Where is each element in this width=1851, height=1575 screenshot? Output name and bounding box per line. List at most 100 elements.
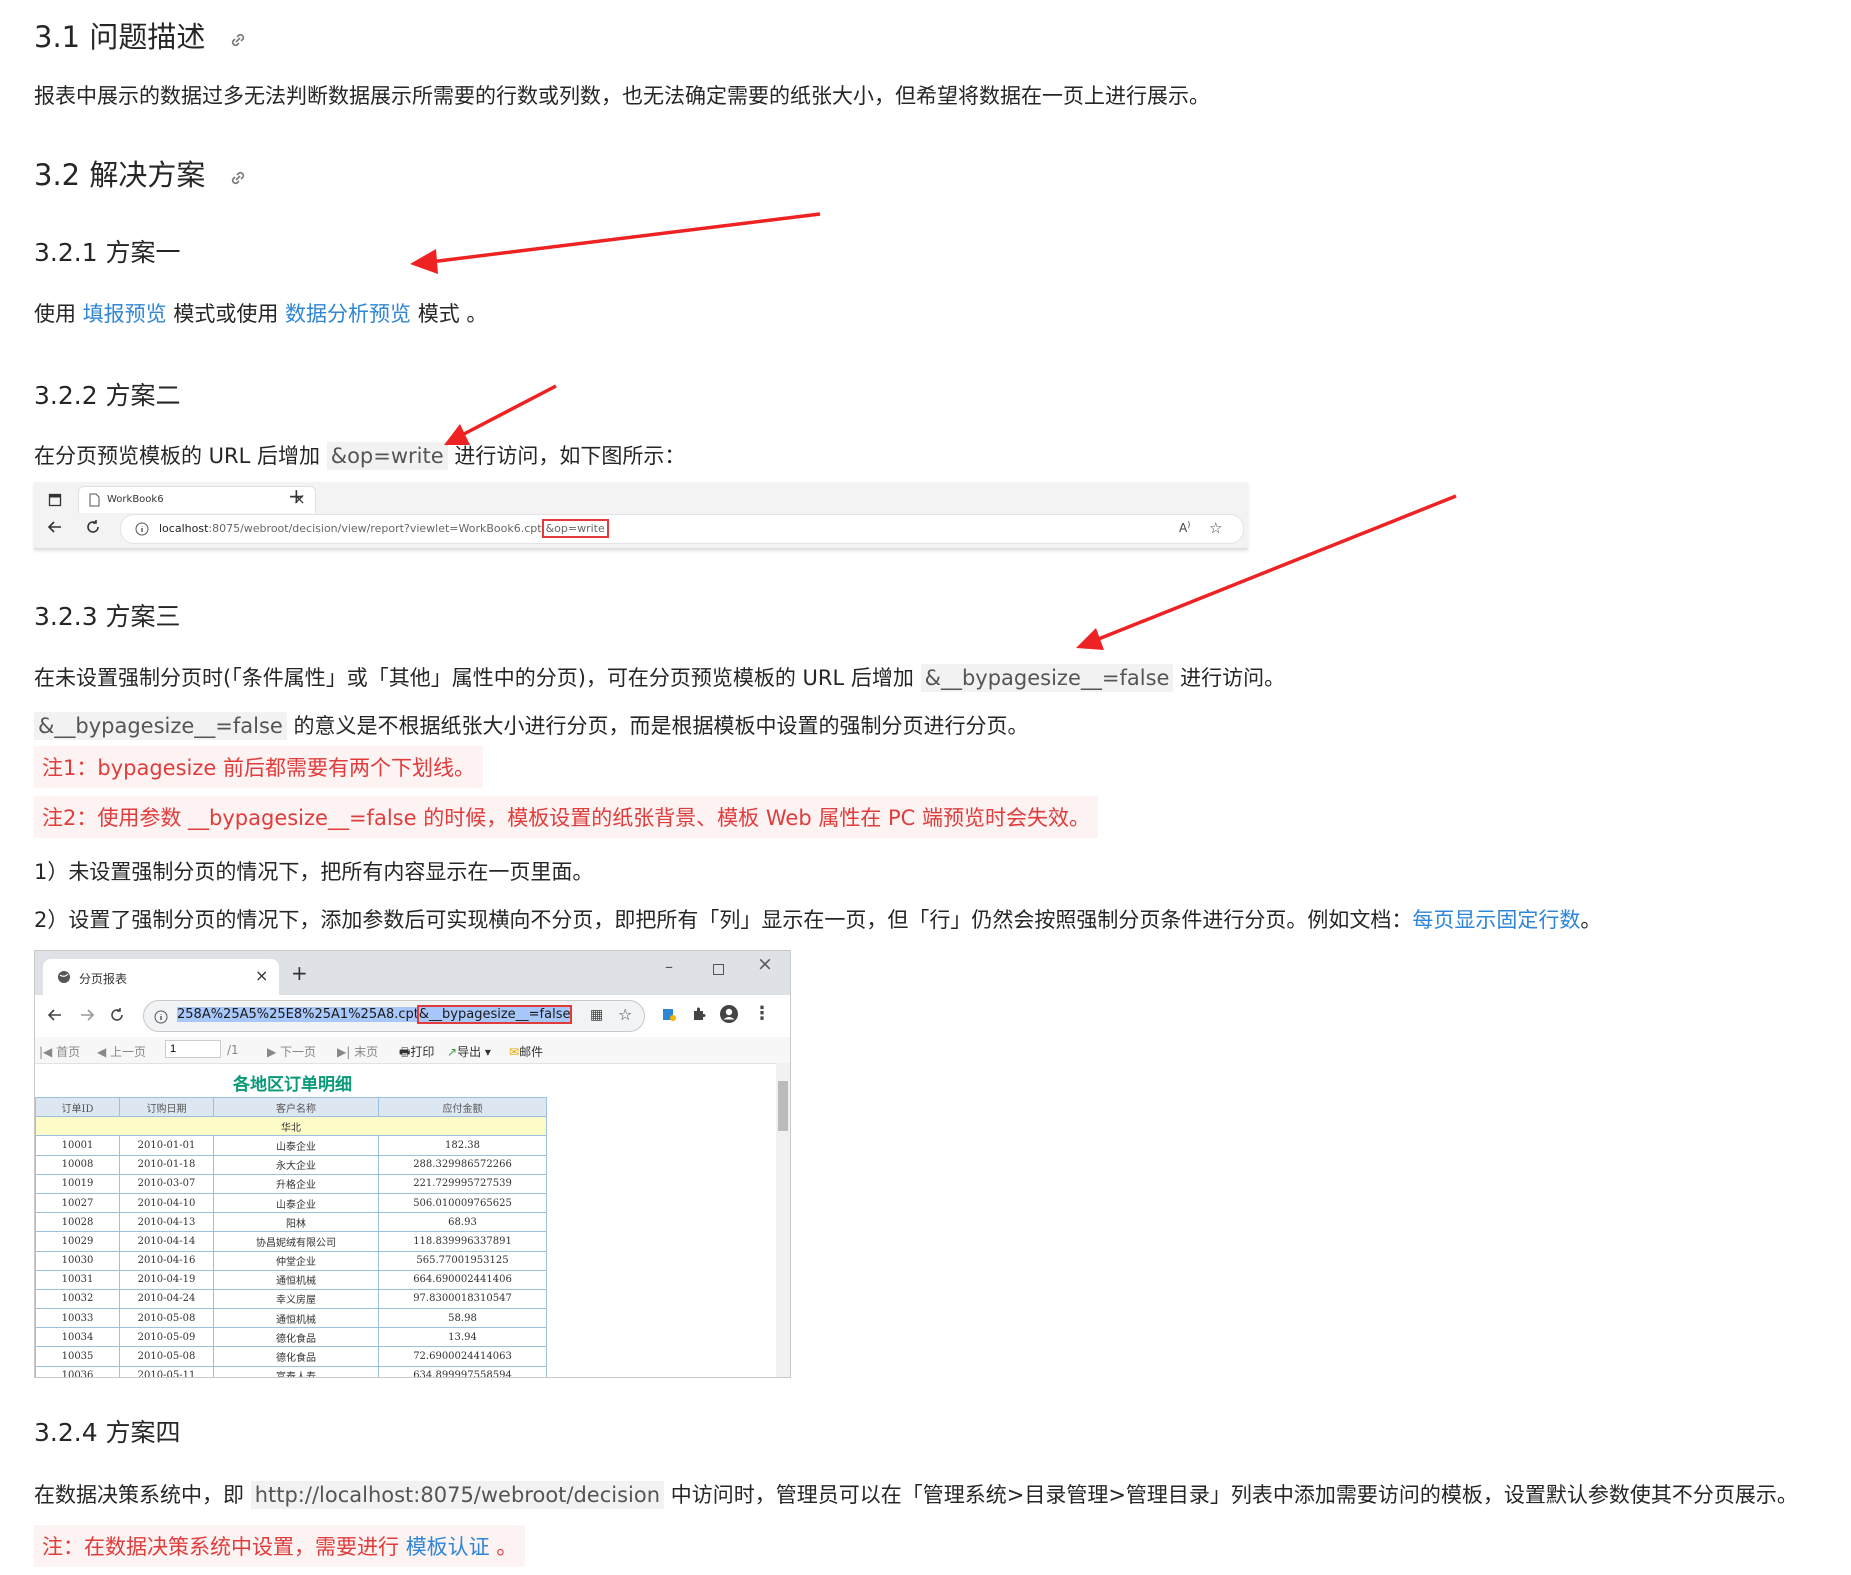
browser-tab[interactable]: 分页报表 × — [43, 959, 279, 995]
table-cell: 德化食品 — [213, 1346, 379, 1367]
mail-label: 邮件 — [519, 1045, 544, 1059]
mail-button[interactable]: ✉邮件 — [509, 1043, 543, 1060]
favorite-add-icon[interactable]: ☆ — [1209, 519, 1222, 537]
table-cell: 2010-05-08 — [119, 1308, 214, 1329]
table-cell: 阳林 — [213, 1212, 379, 1233]
maximize-icon[interactable] — [713, 960, 724, 979]
profile-icon[interactable] — [719, 1004, 739, 1028]
qr-code-icon[interactable]: ▦ — [590, 1007, 603, 1023]
refresh-icon[interactable] — [84, 518, 102, 540]
prev-page-button[interactable]: ◀ 上一页 — [97, 1043, 146, 1060]
report-toolbar: |◀ 首页 ◀ 上一页 /1 ▶ 下一页 ▶| 末页 🖶打印 ↗导出 ▾ ✉邮件 — [35, 1037, 790, 1064]
print-label: 打印 — [410, 1045, 435, 1059]
template-auth-link[interactable]: 模板认证 — [406, 1535, 490, 1559]
table-row: 10008 2010-01-18 永大企业 288.329986572266 — [35, 1154, 547, 1175]
table-cell: 2010-05-09 — [119, 1327, 214, 1348]
text-span: 进行访问，如下图所示： — [447, 444, 686, 468]
text-span: 2）设置了强制分页的情况下，添加参数后可实现横向不分页，即把所有「列」显示在一页… — [34, 908, 1413, 932]
table-cell: 72.6900024414063 — [378, 1346, 547, 1367]
extension-icon[interactable] — [661, 1006, 677, 1026]
fill-preview-link[interactable]: 填报预览 — [83, 302, 167, 326]
export-button[interactable]: ↗导出 ▾ — [447, 1043, 491, 1060]
table-cell: 10035 — [35, 1346, 120, 1367]
section-3-2-2-text: 在分页预览模板的 URL 后增加 &op=write 进行访问，如下图所示： — [34, 440, 685, 470]
new-tab-icon[interactable]: + — [288, 484, 305, 508]
tab-actions-icon — [48, 492, 62, 511]
bookmark-star-icon[interactable]: ☆ — [618, 1005, 632, 1024]
table-cell: 10030 — [35, 1250, 120, 1271]
section-3-2-3-p1: 在未设置强制分页时(「条件属性」或「其他」属性中的分页)，可在分页预览模板的 U… — [34, 662, 1285, 692]
info-icon — [154, 1009, 168, 1028]
section-3-2-1-heading: 3.2.1 方案一 — [34, 238, 181, 267]
url-path: :8075/webroot/decision/view/report?viewl… — [208, 522, 542, 535]
link-icon[interactable] — [229, 22, 247, 56]
table-cell: 2010-04-14 — [119, 1231, 214, 1252]
table-cell: 118.839996337891 — [378, 1231, 547, 1252]
url-highlight: &op=write — [541, 519, 609, 538]
window-titlebar: 分页报表 × + – × — [35, 951, 790, 995]
table-cell: 664.690002441406 — [378, 1269, 547, 1290]
page-total: /1 — [227, 1043, 239, 1057]
browser-screenshot-1: WorkBook6 × + localhost:8075/webroot/dec… — [34, 482, 1248, 549]
table-cell: 565.77001953125 — [378, 1250, 547, 1271]
region-cell: 华北 — [35, 1116, 547, 1137]
data-analysis-preview-link[interactable]: 数据分析预览 — [285, 302, 411, 326]
browser-tab[interactable]: WorkBook6 × — [78, 486, 316, 513]
header-cell: 应付金额 — [378, 1096, 547, 1118]
link-icon[interactable] — [229, 160, 247, 194]
list-item-1: 1）未设置强制分页的情况下，把所有内容显示在一页里面。 — [34, 860, 594, 884]
address-bar[interactable]: 258A%25A5%25E8%25A1%25A8.cpt&__bypagesiz… — [143, 1000, 645, 1032]
table-cell: 288.329986572266 — [378, 1154, 547, 1175]
refresh-icon[interactable] — [109, 1007, 125, 1027]
page-number-input[interactable] — [165, 1040, 221, 1058]
text-span: 使用 — [34, 302, 83, 326]
fixed-rows-doc-link[interactable]: 每页显示固定行数 — [1412, 908, 1580, 932]
text-span: 的意义是不根据纸张大小进行分页，而是根据模板中设置的强制分页进行分页。 — [286, 714, 1029, 738]
last-page-label: 末页 — [354, 1045, 379, 1059]
back-icon[interactable] — [46, 518, 64, 540]
back-icon[interactable] — [47, 1007, 63, 1027]
print-button[interactable]: 🖶打印 — [399, 1043, 434, 1064]
text-span: 中访问时，管理员可以在「管理系统>目录管理>管理目录」列表中添加需要访问的模板，… — [664, 1483, 1798, 1507]
puzzle-icon[interactable] — [691, 1006, 707, 1026]
table-cell: 2010-04-10 — [119, 1192, 214, 1214]
table-cell: 2010-03-07 — [119, 1173, 214, 1194]
text-span: 在数据决策系统中，即 — [34, 1483, 251, 1507]
prev-page-label: 上一页 — [110, 1045, 147, 1059]
table-cell: 2010-01-18 — [119, 1154, 214, 1175]
table-cell: 协昌妮绒有限公司 — [213, 1231, 379, 1252]
heading-text: 3.2 解决方案 — [34, 158, 206, 192]
header-cell: 客户名称 — [213, 1096, 379, 1118]
address-bar[interactable]: localhost:8075/webroot/decision/view/rep… — [120, 514, 1244, 544]
first-page-button[interactable]: |◀ 首页 — [39, 1043, 80, 1060]
forward-icon[interactable] — [79, 1007, 95, 1027]
table-cell: 幸义房屋 — [213, 1288, 379, 1310]
section-3-2-2-heading: 3.2.2 方案二 — [34, 381, 181, 410]
section-3-2-4-text: 在数据决策系统中，即 http://localhost:8075/webroot… — [34, 1479, 1798, 1509]
new-tab-icon[interactable]: + — [291, 961, 308, 985]
scrollbar-thumb[interactable] — [778, 1081, 788, 1131]
table-cell: 富泰人寿 — [213, 1365, 379, 1377]
table-row: 10001 2010-01-01 山泰企业 182.38 — [35, 1135, 547, 1156]
table-cell: 10001 — [35, 1135, 120, 1156]
last-page-button[interactable]: ▶| 末页 — [337, 1043, 378, 1060]
next-page-button[interactable]: ▶ 下一页 — [267, 1043, 316, 1060]
table-row: 10032 2010-04-24 幸义房屋 97.8300018310547 — [35, 1288, 547, 1310]
close-tab-icon[interactable]: × — [255, 966, 268, 985]
text-span: 模式 。 — [411, 302, 488, 326]
table-row: 10029 2010-04-14 协昌妮绒有限公司 118.839996337891 — [35, 1231, 547, 1252]
text-span: 在未设置强制分页时(「条件属性」或「其他」属性中的分页)，可在分页预览模板的 U… — [34, 666, 921, 690]
table-cell: 10036 — [35, 1365, 120, 1377]
tab-title: WorkBook6 — [107, 494, 164, 505]
close-window-icon[interactable]: × — [757, 953, 773, 975]
minimize-icon[interactable]: – — [665, 957, 673, 976]
table-cell: 506.010009765625 — [378, 1192, 547, 1214]
table-cell: 182.38 — [378, 1135, 547, 1156]
more-menu-icon[interactable]: ⋮ — [753, 1003, 771, 1024]
note-2: 注2：使用参数 __bypagesize__=false 的时候，模板设置的纸张… — [34, 796, 1098, 838]
header-cell: 订单ID — [35, 1096, 120, 1118]
table-row: 10035 2010-05-08 德化食品 72.6900024414063 — [35, 1346, 547, 1367]
section-3-2-1-text: 使用 填报预览 模式或使用 数据分析预览 模式 。 — [34, 298, 487, 328]
table-cell: 221.729995727539 — [378, 1173, 547, 1194]
read-aloud-icon[interactable]: A) — [1179, 520, 1190, 535]
